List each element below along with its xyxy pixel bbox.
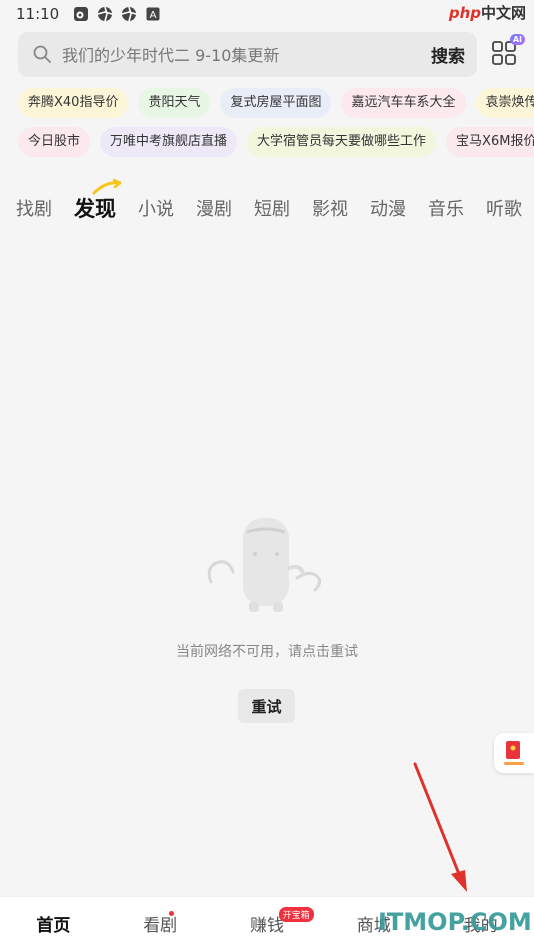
tab-faxian-label: 发现 (74, 197, 116, 221)
category-tabs: 找剧 发现 小说 漫剧 短剧 影视 动漫 音乐 听歌 (16, 179, 534, 223)
tab-yingshi[interactable]: 影视 (312, 195, 348, 221)
hot-tag[interactable]: 宝马X6M报价 (446, 127, 534, 157)
search-button[interactable]: 搜索 (431, 42, 465, 67)
swoosh-icon (92, 179, 122, 195)
aperture-icon (97, 6, 113, 22)
nav-earn[interactable]: 赚钱 开宝箱 (214, 897, 321, 950)
hot-tag[interactable]: 嘉远汽车车系大全 (341, 88, 466, 118)
search-icon (32, 44, 52, 64)
hot-tag[interactable]: 万唯中考旗舰店直播 (100, 127, 238, 157)
tab-xiaoshuo[interactable]: 小说 (138, 195, 174, 221)
tab-manju[interactable]: 漫剧 (196, 195, 232, 221)
search-row: 我们的少年时代二 9-10集更新 搜索 AI (18, 31, 534, 77)
hot-tag[interactable]: 袁崇焕传 (475, 88, 534, 118)
red-packet-float-button[interactable] (494, 733, 534, 773)
tab-faxian[interactable]: 发现 (74, 179, 122, 223)
text-a-icon: A (145, 6, 161, 22)
nav-home[interactable]: 首页 (0, 897, 107, 950)
tab-duanju[interactable]: 短剧 (254, 195, 290, 221)
earn-badge: 开宝箱 (278, 907, 314, 922)
hot-tag[interactable]: 大学宿管员每天要做哪些工作 (247, 127, 437, 157)
tab-zhaoju[interactable]: 找剧 (16, 195, 52, 221)
nav-home-label: 首页 (36, 916, 71, 936)
tab-tingge[interactable]: 听歌 (486, 195, 522, 221)
hot-tag[interactable]: 今日股市 (18, 127, 91, 157)
tab-dongman[interactable]: 动漫 (370, 195, 406, 221)
notification-dot (168, 911, 174, 916)
hot-tags-row-2: 今日股市 万唯中考旗舰店直播 大学宿管员每天要做哪些工作 宝马X6M报价 (18, 127, 534, 157)
nav-watch[interactable]: 看剧 (107, 897, 214, 950)
watermark-top: php中文网 (448, 4, 526, 22)
weibo-icon (73, 6, 89, 22)
svg-text:A: A (150, 10, 157, 21)
annotation-arrow-icon (413, 762, 467, 892)
hot-tags-row-1: 奔腾X40指导价 贵阳天气 复式房屋平面图 嘉远汽车车系大全 袁崇焕传 (18, 88, 534, 118)
watermark-bottom: ITMOP.COM (378, 908, 532, 936)
search-input[interactable]: 我们的少年时代二 9-10集更新 搜索 (18, 31, 477, 77)
retry-button[interactable]: 重试 (238, 689, 295, 723)
status-time: 11:10 (16, 5, 60, 23)
hot-tag[interactable]: 奔腾X40指导价 (18, 88, 129, 118)
tab-yinyue[interactable]: 音乐 (428, 195, 464, 221)
hot-tag[interactable]: 复式房屋平面图 (220, 88, 332, 118)
network-error-illustration (207, 518, 322, 612)
red-packet-icon (504, 741, 524, 765)
ai-badge: AI (509, 34, 525, 45)
search-placeholder: 我们的少年时代二 9-10集更新 (62, 46, 280, 65)
ai-apps-button[interactable]: AI (491, 34, 525, 68)
aperture-icon (121, 6, 137, 22)
hot-tag[interactable]: 贵阳天气 (138, 88, 211, 118)
network-error-message: 当前网络不可用，请点击重试 (176, 644, 358, 660)
